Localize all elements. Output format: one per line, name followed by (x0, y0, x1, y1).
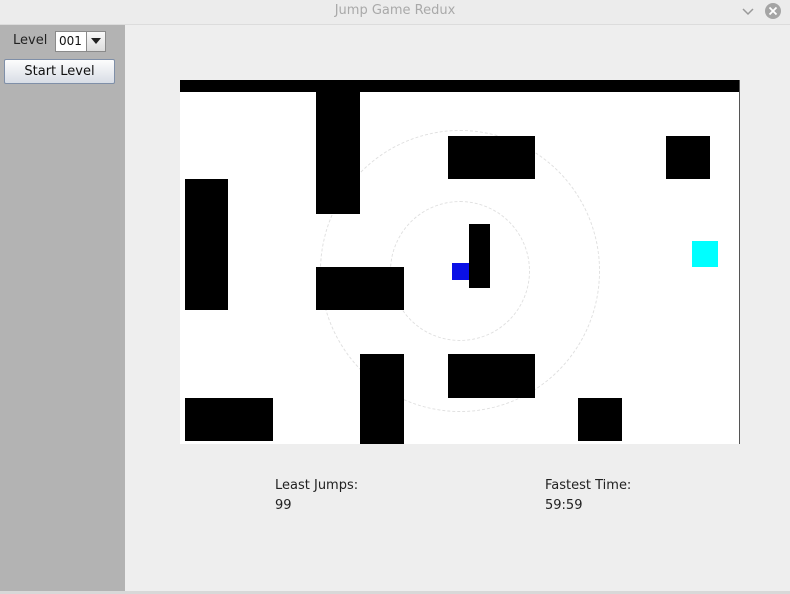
wall-block (448, 354, 535, 398)
chevron-down-icon[interactable] (740, 3, 756, 19)
goal-block (692, 241, 718, 267)
wall-block (448, 136, 535, 179)
wall-block (316, 92, 360, 214)
title-bar: Jump Game Redux (0, 0, 790, 25)
wall-block (185, 179, 228, 310)
close-icon[interactable] (764, 2, 782, 20)
least-jumps-label: Least Jumps: (275, 478, 359, 493)
dropdown-arrow-button[interactable] (86, 32, 105, 51)
sidebar (0, 25, 125, 591)
wall-block (578, 398, 622, 441)
wall-block (360, 354, 404, 444)
dropdown-arrow-icon (91, 38, 101, 44)
board-edge (739, 80, 740, 444)
fastest-time-label: Fastest Time: (545, 478, 632, 493)
wall-block (666, 136, 710, 179)
start-level-button[interactable]: Start Level (4, 59, 115, 84)
top-wall (180, 80, 740, 92)
least-jumps-value: 99 (275, 498, 292, 513)
wall-block (185, 398, 273, 441)
wall-block (316, 267, 404, 310)
wall-block (469, 224, 490, 288)
level-value: 001 (59, 34, 82, 48)
window-title: Jump Game Redux (334, 3, 456, 18)
level-select[interactable]: 001 (55, 31, 106, 52)
game-board[interactable] (180, 80, 740, 444)
level-label: Level (13, 33, 48, 48)
player-block (452, 263, 469, 280)
fastest-time-value: 59:59 (545, 498, 583, 513)
